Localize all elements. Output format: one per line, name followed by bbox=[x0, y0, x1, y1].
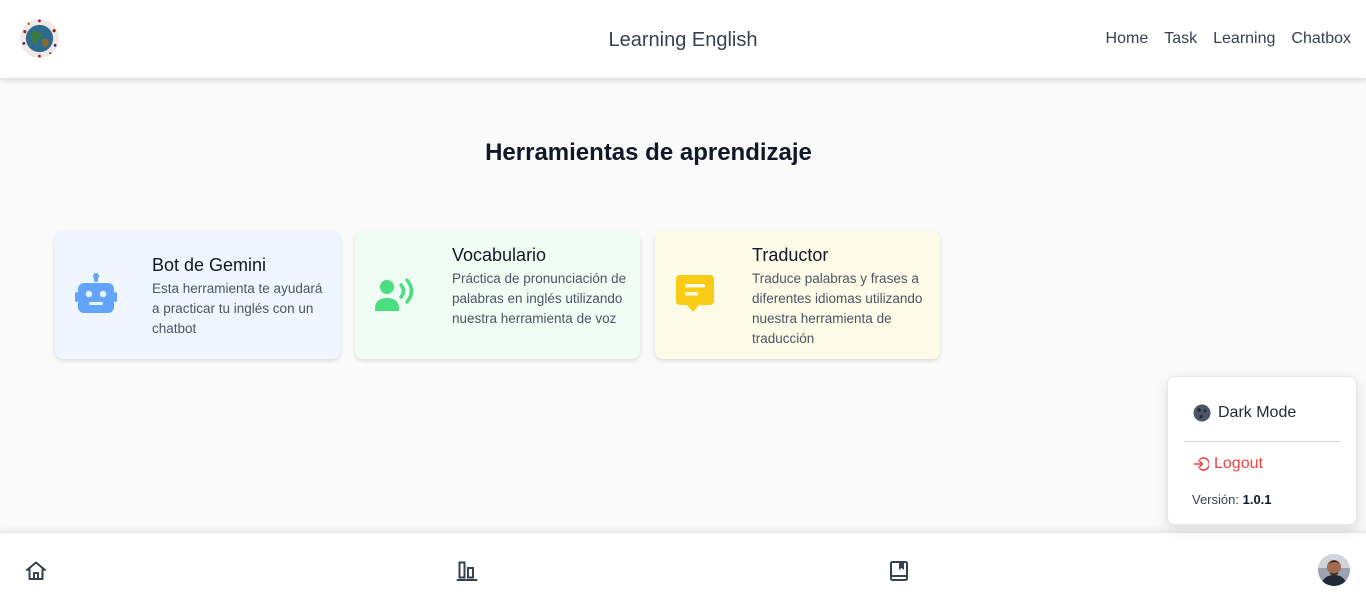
card-vocabulario[interactable]: Vocabulario Práctica de pronunciación de… bbox=[355, 231, 640, 359]
book-icon[interactable] bbox=[887, 559, 911, 583]
card-description: Esta herramienta te ayudará a practicar … bbox=[152, 281, 323, 336]
top-nav: Home Task Learning Chatbox bbox=[1106, 30, 1351, 48]
card-bot-gemini[interactable]: Bot de Gemini Esta herramienta te ayudar… bbox=[55, 231, 340, 359]
logout-button[interactable]: Logout bbox=[1193, 455, 1263, 473]
version-value: 1.0.1 bbox=[1242, 492, 1272, 507]
nav-chatbox[interactable]: Chatbox bbox=[1291, 30, 1351, 48]
dark-mode-icon bbox=[1193, 404, 1211, 422]
home-icon[interactable] bbox=[24, 559, 48, 583]
card-description: Práctica de pronunciación de palabras en… bbox=[452, 271, 627, 326]
logout-icon bbox=[1193, 457, 1209, 471]
card-description: Traduce palabras y frases a diferentes i… bbox=[752, 271, 923, 346]
card-text: Vocabulario Práctica de pronunciación de… bbox=[452, 245, 630, 329]
card-traductor[interactable]: Traductor Traduce palabras y frases a di… bbox=[655, 231, 940, 359]
settings-menu: Dark Mode Logout Versión: 1.0.1 bbox=[1167, 376, 1357, 525]
menu-divider bbox=[1184, 441, 1340, 442]
version-label: Versión: bbox=[1192, 492, 1239, 507]
card-text: Traductor Traduce palabras y frases a di… bbox=[752, 245, 930, 349]
version-info: Versión: 1.0.1 bbox=[1192, 492, 1272, 507]
chart-icon[interactable] bbox=[455, 559, 479, 583]
card-title: Traductor bbox=[752, 245, 829, 265]
card-title: Vocabulario bbox=[452, 245, 547, 265]
nav-home[interactable]: Home bbox=[1106, 30, 1149, 48]
top-header: Learning English Home Task Learning Chat… bbox=[0, 0, 1366, 79]
nav-learning[interactable]: Learning bbox=[1213, 30, 1275, 48]
avatar[interactable] bbox=[1318, 554, 1350, 586]
card-title: Bot de Gemini bbox=[152, 255, 267, 275]
logout-label: Logout bbox=[1214, 455, 1263, 472]
bottom-nav bbox=[0, 532, 1366, 600]
card-text: Bot de Gemini Esta herramienta te ayudar… bbox=[152, 255, 330, 339]
voice-icon bbox=[375, 278, 414, 311]
message-icon bbox=[676, 275, 714, 312]
robot-icon bbox=[75, 273, 117, 313]
page-title: Herramientas de aprendizaje bbox=[485, 139, 812, 166]
dark-mode-toggle[interactable]: Dark Mode bbox=[1193, 404, 1296, 422]
nav-task[interactable]: Task bbox=[1164, 30, 1197, 48]
dark-mode-label: Dark Mode bbox=[1218, 404, 1297, 421]
